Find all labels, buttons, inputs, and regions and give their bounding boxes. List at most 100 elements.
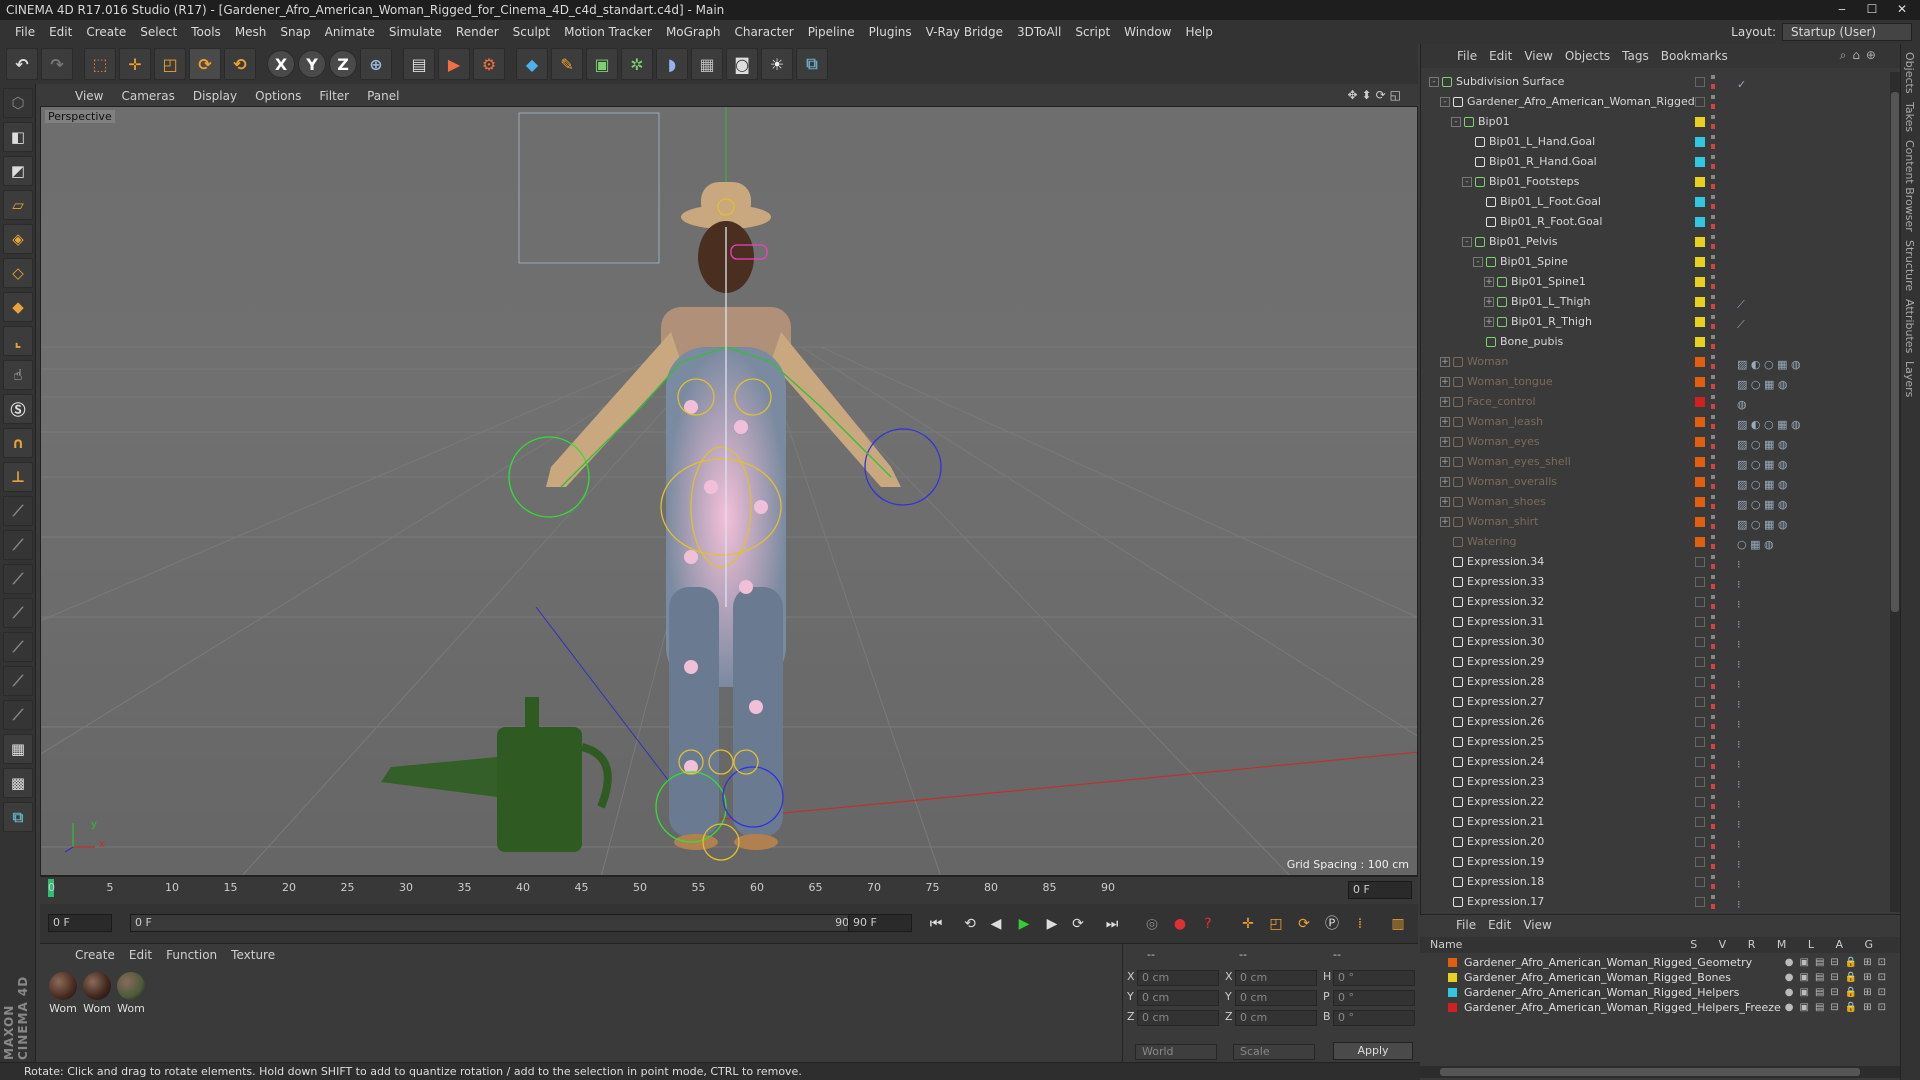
- subdivision-icon[interactable]: ▣: [586, 48, 618, 80]
- object-row[interactable]: Expression.30 ⁝: [1421, 632, 1889, 652]
- previous-key-icon[interactable]: ⟲: [958, 912, 982, 936]
- move-icon[interactable]: ✛: [119, 48, 151, 80]
- visibility-dots[interactable]: [1711, 755, 1715, 769]
- visibility-dots[interactable]: [1711, 175, 1715, 189]
- visibility-dots[interactable]: [1711, 355, 1715, 369]
- viewport-menu-filter[interactable]: Filter: [310, 89, 358, 103]
- material-menu-function[interactable]: Function: [159, 948, 224, 962]
- polygons-mode-icon[interactable]: ◆: [3, 292, 33, 322]
- menu-edit[interactable]: Edit: [42, 25, 79, 39]
- menu-select[interactable]: Select: [133, 25, 184, 39]
- layer-color-swatch[interactable]: [1695, 357, 1705, 367]
- visibility-dots[interactable]: [1711, 115, 1715, 129]
- expand-toggle[interactable]: +: [1440, 497, 1450, 507]
- layer-color-swatch[interactable]: [1695, 297, 1705, 307]
- layer-color[interactable]: [1448, 988, 1457, 997]
- collapse-toggle[interactable]: -: [1462, 237, 1472, 247]
- visibility-dots[interactable]: [1711, 895, 1715, 909]
- object-tags[interactable]: ⁝: [1737, 895, 1741, 912]
- visibility-dots[interactable]: [1711, 555, 1715, 569]
- object-row[interactable]: + Bip01_L_Thigh ⟋: [1421, 292, 1889, 312]
- start-frame-field[interactable]: 0 F: [48, 914, 112, 932]
- x-axis-icon[interactable]: X: [267, 50, 295, 78]
- visibility-dots[interactable]: [1711, 495, 1715, 509]
- layer-color-swatch[interactable]: [1695, 417, 1705, 427]
- layer-row[interactable]: Gardener_Afro_American_Woman_Rigged_Geom…: [1420, 955, 1900, 970]
- menu-tools[interactable]: Tools: [184, 25, 228, 39]
- layer-color-swatch[interactable]: [1695, 757, 1705, 767]
- material-menu-create[interactable]: Create: [68, 948, 122, 962]
- object-row[interactable]: + Bip01_R_Thigh ⟋: [1421, 312, 1889, 332]
- visibility-dots[interactable]: [1711, 715, 1715, 729]
- coord-pos-y-field[interactable]: 0 cm: [1137, 990, 1219, 1006]
- material-swatch[interactable]: Wom: [48, 972, 78, 1015]
- planar-workplane-icon[interactable]: ▩: [3, 768, 33, 798]
- object-row[interactable]: Expression.23 ⁝: [1421, 772, 1889, 792]
- menu-simulate[interactable]: Simulate: [382, 25, 449, 39]
- object-row[interactable]: Bip01_R_Foot.Goal: [1421, 212, 1889, 232]
- object-row[interactable]: - Gardener_Afro_American_Woman_Rigged: [1421, 92, 1889, 112]
- cube-icon[interactable]: ◆: [516, 48, 548, 80]
- visibility-dots[interactable]: [1711, 255, 1715, 269]
- key-position-icon[interactable]: ✛: [1236, 912, 1260, 936]
- menu-3dtoall[interactable]: 3DToAll: [1010, 25, 1068, 39]
- layer-color-swatch[interactable]: [1695, 437, 1705, 447]
- expand-toggle[interactable]: +: [1484, 277, 1494, 287]
- recent-tool-icon[interactable]: ⟲: [224, 48, 256, 80]
- layer-color-swatch[interactable]: [1695, 217, 1705, 227]
- object-row[interactable]: Watering ○ ▦ ◍: [1421, 532, 1889, 552]
- layer-color-swatch[interactable]: [1695, 277, 1705, 287]
- object-row[interactable]: Expression.27 ⁝: [1421, 692, 1889, 712]
- layer-menu-edit[interactable]: Edit: [1482, 918, 1517, 932]
- visibility-dots[interactable]: [1711, 475, 1715, 489]
- camera-icon[interactable]: ◙: [726, 48, 758, 80]
- maximize-button[interactable]: ☐: [1858, 0, 1886, 18]
- visibility-dots[interactable]: [1711, 535, 1715, 549]
- range-slider[interactable]: 0 F 90 F: [130, 914, 872, 932]
- viewport-menu-display[interactable]: Display: [184, 89, 246, 103]
- layer-menu-view[interactable]: View: [1517, 918, 1557, 932]
- next-frame-icon[interactable]: ▶: [1040, 912, 1064, 936]
- layer-switches[interactable]: ●▣▤⊟🔒⊞⊡: [1785, 955, 1892, 970]
- visibility-dots[interactable]: [1711, 295, 1715, 309]
- side-tab-content-browser[interactable]: Content Browser: [1903, 140, 1916, 232]
- side-tab-layers[interactable]: Layers: [1903, 361, 1916, 397]
- object-row[interactable]: Expression.20 ⁝: [1421, 832, 1889, 852]
- play-icon[interactable]: ▶: [1012, 912, 1036, 936]
- layer-color-swatch[interactable]: [1695, 197, 1705, 207]
- layout-selector[interactable]: Layout: Startup (User): [1731, 23, 1912, 41]
- coord-rot-p-field[interactable]: 0 °: [1333, 990, 1415, 1006]
- expand-toggle[interactable]: +: [1484, 297, 1494, 307]
- key-pla-icon[interactable]: ⁞: [1348, 912, 1372, 936]
- menu-render[interactable]: Render: [449, 25, 506, 39]
- object-row[interactable]: Expression.22 ⁝: [1421, 792, 1889, 812]
- rig-tool-icon[interactable]: ⟋: [3, 564, 33, 594]
- visibility-dots[interactable]: [1711, 395, 1715, 409]
- bind-icon[interactable]: ⟋: [3, 666, 33, 696]
- layer-row[interactable]: Gardener_Afro_American_Woman_Rigged_Help…: [1420, 985, 1900, 1000]
- rotate-icon[interactable]: ⟳: [189, 48, 221, 80]
- coord-size-z-field[interactable]: 0 cm: [1235, 1010, 1317, 1026]
- layer-color-swatch[interactable]: [1695, 717, 1705, 727]
- layer-color-swatch[interactable]: [1695, 597, 1705, 607]
- collapse-toggle[interactable]: -: [1473, 257, 1483, 267]
- paint-weight-icon[interactable]: ⟋: [3, 598, 33, 628]
- layer-color-swatch[interactable]: [1695, 837, 1705, 847]
- go-to-end-icon[interactable]: ⏭: [1100, 912, 1124, 936]
- brush-axis-icon[interactable]: ⊥: [3, 462, 33, 492]
- visibility-dots[interactable]: [1711, 95, 1715, 109]
- object-search-icon[interactable]: ⌕⌂⊕: [1834, 48, 1888, 63]
- layer-color-swatch[interactable]: [1695, 477, 1705, 487]
- layer-color-swatch[interactable]: [1695, 897, 1705, 907]
- object-row[interactable]: Expression.18 ⁝: [1421, 872, 1889, 892]
- side-tab-objects[interactable]: Objects: [1903, 52, 1916, 94]
- object-row[interactable]: Expression.26 ⁝: [1421, 712, 1889, 732]
- object-row[interactable]: Bip01_L_Foot.Goal: [1421, 192, 1889, 212]
- object-row[interactable]: Expression.33 ⁝: [1421, 572, 1889, 592]
- y-axis-icon[interactable]: Y: [298, 50, 326, 78]
- visibility-dots[interactable]: [1711, 775, 1715, 789]
- coord-pos-z-field[interactable]: 0 cm: [1137, 1010, 1219, 1026]
- edit-render-settings-icon[interactable]: ⚙: [473, 48, 505, 80]
- undo-icon[interactable]: ↶: [6, 48, 38, 80]
- model-mode-icon[interactable]: ◧: [3, 122, 33, 152]
